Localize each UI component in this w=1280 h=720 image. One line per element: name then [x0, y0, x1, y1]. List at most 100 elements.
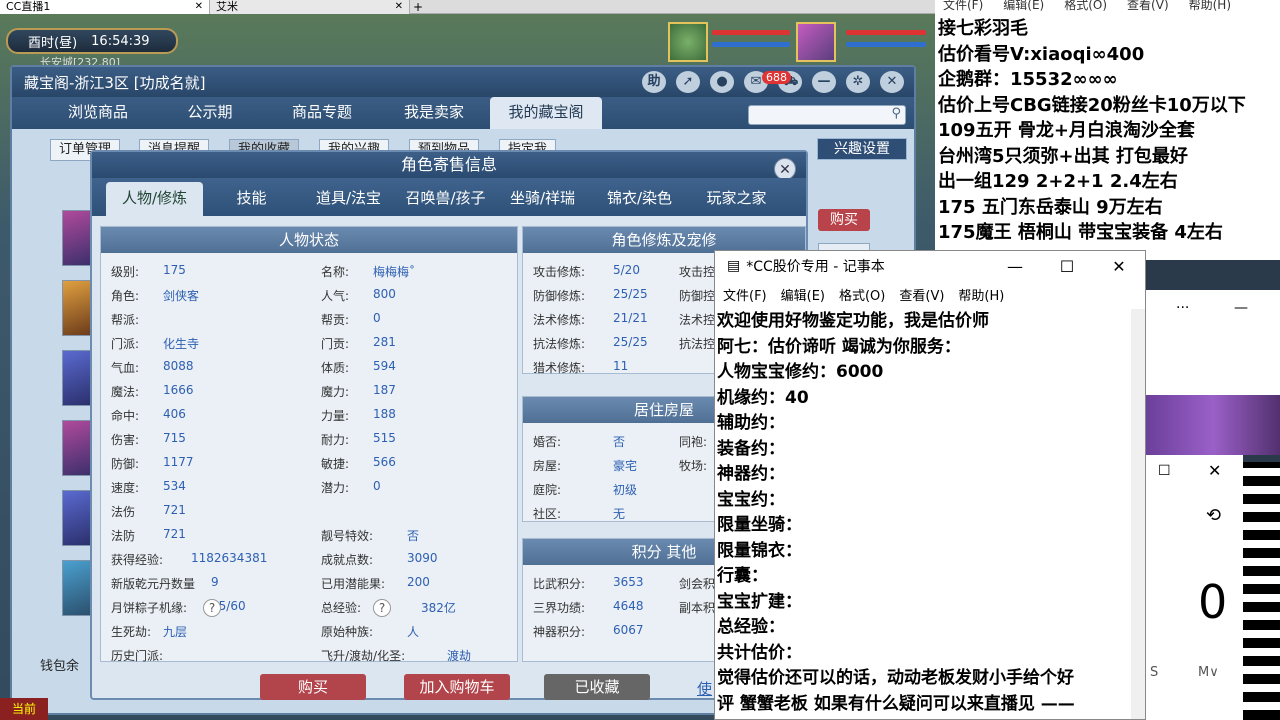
- search-icon[interactable]: ⚲: [891, 106, 901, 121]
- tab-skills[interactable]: 技能: [203, 182, 300, 216]
- maximize-icon[interactable]: ☐: [1041, 257, 1093, 276]
- help-icon[interactable]: ?: [203, 599, 221, 617]
- minimize-icon[interactable]: —: [1234, 300, 1248, 316]
- collected-button[interactable]: 已收藏: [544, 674, 650, 700]
- new-tab-icon[interactable]: +: [410, 0, 426, 14]
- menu-format[interactable]: 格式(O): [839, 285, 885, 304]
- notepad-line: 机缘约：40: [717, 387, 809, 408]
- pet-avatar[interactable]: [668, 22, 708, 62]
- info-row: 神器积分: 6067: [533, 623, 644, 640]
- tab-costumes[interactable]: 锦衣/染色: [591, 182, 688, 216]
- close-icon[interactable]: ✕: [880, 71, 904, 93]
- status-panel: 人物状态 级别: 175 角色: 剑侠客 帮派: 门派: 化生寺 气血: 8088 魔法: 1666…: [100, 226, 518, 663]
- minimize-icon[interactable]: —: [812, 71, 836, 93]
- close-icon[interactable]: ✕: [395, 0, 403, 14]
- tab-my-pavilion[interactable]: 我的藏宝阁: [490, 97, 602, 129]
- notepad-line: 宝宝约：: [717, 489, 785, 510]
- calc-label-m[interactable]: M∨: [1198, 665, 1219, 680]
- stat-row: 体质: 594: [321, 359, 396, 376]
- share-icon[interactable]: ➚: [676, 71, 700, 93]
- dialog-tabs: 人物/修炼 技能 道具/法宝 召唤兽/孩子 坐骑/祥瑞 锦衣/染色 玩家之家: [92, 178, 806, 216]
- usage-link[interactable]: 使: [697, 678, 712, 699]
- info-row: 庭院: 初级: [533, 481, 637, 498]
- hp-bar: [846, 30, 926, 35]
- field-label: 新版乾元丹数量: [111, 577, 196, 591]
- field-value: 6067: [613, 623, 644, 637]
- role-info-dialog: 角色寄售信息 ✕ 人物/修炼 技能 道具/法宝 召唤兽/孩子 坐骑/祥瑞 锦衣/…: [90, 150, 808, 700]
- notepad-line: 评 蟹蟹老板 如果有什么疑问可以来直播见 ——: [717, 693, 1075, 714]
- browser-tab-strip: CC直播1 ✕ 艾米 ✕ +: [0, 0, 935, 14]
- notepad-line: 人物宝宝修约：6000: [717, 362, 884, 382]
- minimize-icon[interactable]: —: [989, 257, 1041, 276]
- menu-file[interactable]: 文件(F): [723, 285, 767, 304]
- calc-label-s[interactable]: S: [1150, 665, 1158, 680]
- tab-items[interactable]: 道具/法宝: [300, 182, 397, 216]
- tab-mounts[interactable]: 坐骑/祥瑞: [494, 182, 591, 216]
- history-icon[interactable]: ⟲: [1206, 505, 1221, 526]
- add-to-cart-button[interactable]: 加入购物车: [404, 674, 510, 700]
- field-label: 门派:: [111, 337, 140, 351]
- field-label: 耐力:: [321, 433, 350, 447]
- more-icon[interactable]: ···: [1176, 300, 1189, 316]
- field-label: 抗法修炼:: [533, 337, 586, 351]
- browser-tab-aimi[interactable]: 艾米 ✕: [210, 0, 410, 14]
- field-label: 成就点数:: [321, 553, 374, 567]
- tab-character[interactable]: 人物/修炼: [106, 182, 203, 216]
- field-label: 速度:: [111, 481, 140, 495]
- field-label: 月饼粽子机缘:: [111, 601, 188, 615]
- status-title: 人物状态: [101, 227, 517, 253]
- tab-seller[interactable]: 我是卖家: [378, 97, 490, 129]
- help-icon[interactable]: ?: [373, 599, 391, 617]
- menu-help[interactable]: 帮助(H): [1189, 0, 1231, 12]
- field-label: 获得经验:: [111, 553, 164, 567]
- buy-button[interactable]: 购买: [260, 674, 366, 700]
- maximize-icon[interactable]: ☐: [1158, 463, 1171, 479]
- field-label: 魔力:: [321, 385, 350, 399]
- browser-tab-cc[interactable]: CC直播1 ✕: [0, 0, 210, 14]
- side-banner: [1146, 395, 1280, 455]
- overlay-line: 175魔王 梧桐山 带宝宝装备 4左右: [938, 222, 1223, 243]
- record-icon[interactable]: ●: [710, 71, 734, 93]
- bottom-channel-label[interactable]: 当前: [0, 698, 48, 720]
- field-value: 九层: [163, 625, 188, 639]
- menu-file[interactable]: 文件(F): [943, 0, 983, 12]
- tab-publicity[interactable]: 公示期: [154, 97, 266, 129]
- tab-home[interactable]: 玩家之家: [688, 182, 785, 216]
- menu-edit[interactable]: 编辑(E): [781, 285, 825, 304]
- notepad-text-area[interactable]: 欢迎使用好物鉴定功能，我是估价师 阿七：估价谛听 竭诚为你服务： 人物宝宝修约：60…: [717, 309, 1129, 719]
- close-icon[interactable]: ✕: [195, 0, 203, 14]
- mp-bar: [712, 42, 790, 47]
- menu-format[interactable]: 格式(O): [1064, 0, 1107, 12]
- menu-view[interactable]: 查看(V): [1127, 0, 1169, 12]
- stat-row: 级别: 175: [111, 263, 186, 280]
- close-icon[interactable]: ✕: [1093, 257, 1145, 276]
- info-row: 婚否: 否 同袍:: [533, 433, 707, 450]
- notepad-line: 辅助约：: [717, 413, 785, 433]
- search-input[interactable]: ⚲: [748, 105, 906, 125]
- tab-pets[interactable]: 召唤兽/孩子: [397, 182, 494, 216]
- player-avatar[interactable]: [796, 22, 836, 62]
- close-icon[interactable]: ✕: [774, 158, 796, 180]
- overlay-line: 台州湾5只须弥+出其 打包最好: [938, 145, 1188, 167]
- settings-icon[interactable]: ✲: [846, 71, 870, 93]
- game-clock: 酉时(昼) 16:54:39: [6, 28, 178, 54]
- close-icon[interactable]: ✕: [1208, 461, 1221, 480]
- interest-settings-button[interactable]: 兴趣设置: [817, 138, 907, 160]
- field-label: 名称:: [321, 265, 350, 279]
- tab-topics[interactable]: 商品专题: [266, 97, 378, 129]
- field-label: 原始种族:: [321, 625, 374, 639]
- tab-browse[interactable]: 浏览商品: [42, 97, 154, 129]
- clock-time: 16:54:39: [91, 33, 150, 49]
- menu-edit[interactable]: 编辑(E): [1003, 0, 1044, 12]
- help-button[interactable]: 助: [642, 71, 666, 93]
- menu-view[interactable]: 查看(V): [899, 285, 944, 304]
- stat-row: 门贡: 281: [321, 335, 396, 352]
- notepad-scrollbar[interactable]: [1131, 309, 1145, 719]
- buy-button-side[interactable]: 购买: [818, 209, 870, 231]
- menu-help[interactable]: 帮助(H): [958, 285, 1004, 304]
- stat-row: 帮贡: 0: [321, 311, 381, 328]
- qr-code: [1243, 462, 1280, 720]
- stat-row: 月饼粽子机缘: 35/60?: [111, 599, 246, 617]
- field-value: 515: [373, 431, 396, 445]
- field-value: 豪宅: [613, 459, 638, 473]
